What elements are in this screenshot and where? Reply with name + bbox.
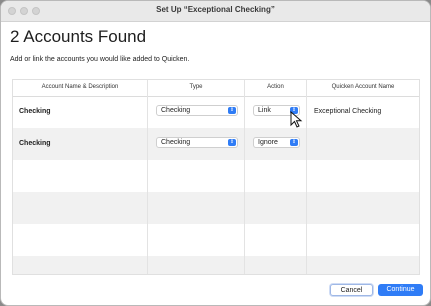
continue-button[interactable]: Continue [378,284,423,296]
column-header-action: Action [267,84,284,90]
empty-row [13,192,419,224]
type-select[interactable]: Checking ⇕ [156,137,238,148]
account-name-cell: Checking [19,108,51,115]
chevron-updown-icon: ⇕ [228,139,236,146]
chevron-updown-icon: ⇕ [290,139,298,146]
column-divider [244,80,245,274]
instructions-text: Add or link the accounts you would like … [10,56,190,63]
window-title: Set Up “Exceptional Checking” [156,5,275,14]
type-select-value: Checking [161,139,191,146]
column-divider [147,80,148,274]
setup-dialog-window: Set Up “Exceptional Checking” 2 Accounts… [0,0,431,306]
empty-row [13,224,419,256]
column-header-account-name: Account Name & Description [41,84,119,90]
type-select[interactable]: Checking ⇕ [156,105,238,116]
table-header: Account Name & Description Type Action Q… [13,80,419,97]
chevron-updown-icon: ⇕ [228,107,236,114]
account-name-cell: Checking [19,140,51,147]
column-divider [306,80,307,274]
pointer-cursor-icon [290,111,303,128]
column-header-type: Type [189,84,203,90]
page-title: 2 Accounts Found [10,27,147,46]
cancel-button[interactable]: Cancel [330,284,373,296]
empty-row [13,160,419,192]
table-row[interactable]: Checking Checking ⇕ Link ⇕ Exceptional C… [13,96,419,128]
title-bar: Set Up “Exceptional Checking” [1,1,430,22]
quicken-account-name-cell: Exceptional Checking [314,108,382,115]
action-select-value: Link [258,107,271,114]
action-select[interactable]: Ignore ⇕ [253,137,300,148]
action-select-value: Ignore [258,139,278,146]
column-header-quicken-name: Quicken Account Name [331,84,395,90]
accounts-table: Account Name & Description Type Action Q… [12,79,420,275]
type-select-value: Checking [161,107,191,114]
empty-row [13,256,419,274]
table-row[interactable]: Checking Checking ⇕ Ignore ⇕ [13,128,419,160]
